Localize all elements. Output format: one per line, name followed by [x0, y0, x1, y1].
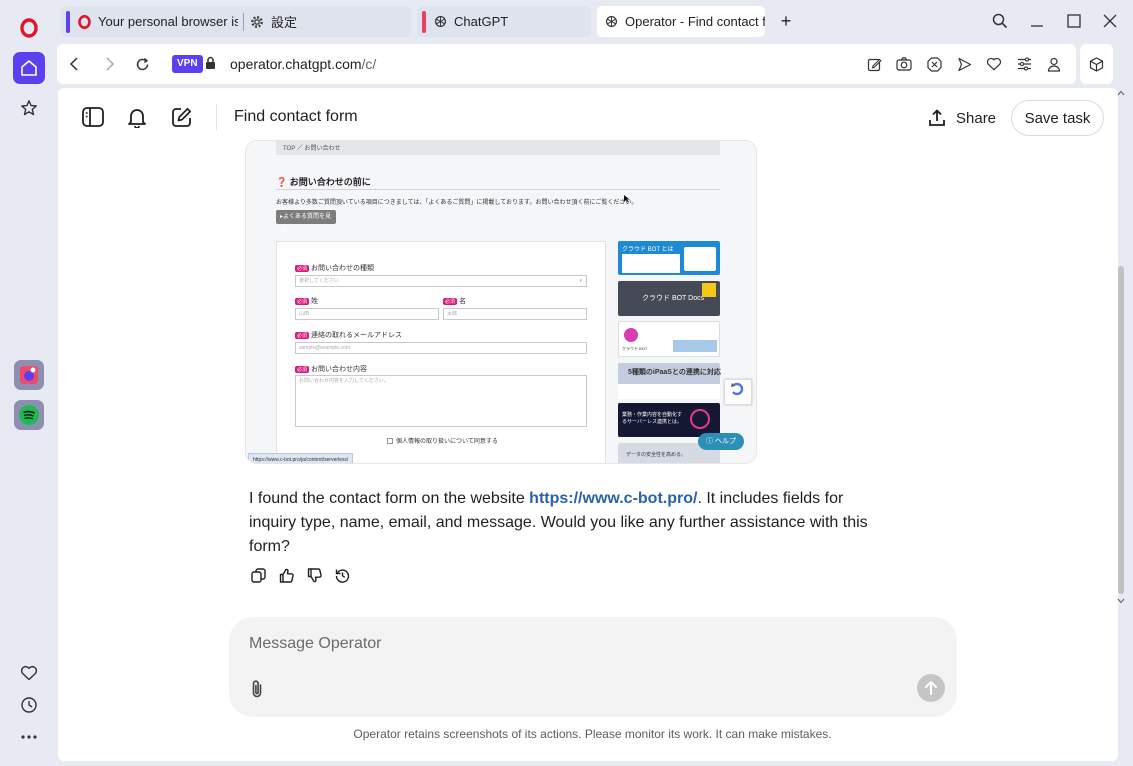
ad-banner: 5種類のiPaaSとの連携に対応: [618, 363, 721, 399]
url-host: operator.chatgpt.com: [230, 56, 362, 72]
chatgpt-icon: [603, 14, 619, 30]
ad-banner: クラウド BOT とは: [618, 241, 720, 275]
tab-bar: Your personal browser is a 設定 ChatGPT Op…: [57, 0, 1133, 42]
opera-icon: [76, 14, 92, 30]
ad-banner: クラウド BOT Docs: [618, 281, 720, 316]
scrollbar[interactable]: [1117, 88, 1129, 608]
screenshot-breadcrumb: TOP ／ お問い合わせ: [276, 141, 720, 155]
home-icon[interactable]: [13, 52, 45, 84]
more-dots-icon[interactable]: [13, 721, 45, 753]
tab-group-color: [66, 10, 70, 33]
ad-block-icon[interactable]: [925, 55, 943, 73]
screenshot-email-input: sample@example.com: [295, 342, 587, 354]
screenshot-contact-form: 必須 お問い合わせの種類 選択してください ▾ 必須姓 必須名 山田 太郎 必須 連絡…: [276, 241, 606, 463]
extensions-icon[interactable]: [1080, 44, 1113, 84]
thumbs-up-icon[interactable]: [276, 566, 296, 584]
tab-label: Your personal browser is a: [98, 14, 238, 29]
new-task-edit-icon[interactable]: [169, 105, 193, 129]
thumbs-down-icon[interactable]: [304, 566, 324, 584]
tab-operator[interactable]: Operator - Find contact fo: [597, 6, 765, 37]
address-bar: VPN operator.chatgpt.com/c/: [57, 44, 1076, 84]
send-button[interactable]: [917, 674, 945, 702]
message-text: I found the contact form on the website: [249, 490, 530, 507]
gear-icon: [249, 14, 265, 30]
search-tabs-icon[interactable]: [991, 12, 1009, 30]
copy-icon[interactable]: [248, 566, 268, 584]
tab-group[interactable]: Your personal browser is a 設定: [61, 6, 411, 37]
screenshot-firstname-input: 太郎: [443, 308, 587, 320]
opera-logo-icon[interactable]: [13, 12, 45, 44]
operator-header: Find contact form Share Save task: [58, 88, 1118, 148]
recaptcha-icon: [724, 379, 752, 405]
close-window-icon[interactable]: [1101, 12, 1119, 30]
heart-icon[interactable]: [985, 55, 1003, 73]
camera-icon[interactable]: [895, 55, 913, 73]
screenshot-lastname-input: 山田: [295, 308, 439, 320]
message-composer: [229, 617, 957, 717]
vpn-badge[interactable]: VPN: [172, 55, 203, 73]
tab-chatgpt[interactable]: ChatGPT: [417, 6, 591, 37]
screenshot-divider: [276, 189, 720, 190]
profile-icon[interactable]: [1045, 55, 1063, 73]
message-link[interactable]: https://www.c-bot.pro/: [529, 490, 697, 507]
star-icon[interactable]: [13, 92, 45, 124]
scroll-down-icon[interactable]: [1117, 598, 1125, 604]
bell-icon[interactable]: [125, 105, 149, 129]
ad-banner: クラウド BOT: [618, 321, 720, 357]
edit-page-icon[interactable]: [865, 55, 883, 73]
header-divider: [216, 104, 217, 130]
sidebar-toggle-icon[interactable]: [81, 105, 105, 129]
scroll-up-icon[interactable]: [1117, 90, 1125, 96]
tab-divider: [243, 12, 244, 31]
screenshot-faq-button: ▸よくある質問を見る: [276, 210, 336, 234]
arrow-up-icon: [925, 681, 937, 695]
website-screenshot: TOP ／ お問い合わせ ❓ お問い合わせの前に お客様より多数ご質問頂いている…: [245, 140, 757, 464]
share-label: Share: [956, 109, 997, 127]
screenshot-help-button: ⓘ ヘルプ: [698, 433, 744, 450]
message-actions: [248, 566, 360, 584]
share-button[interactable]: Share: [920, 100, 1004, 136]
app-shortcut-icon[interactable]: [14, 360, 44, 390]
tab-label: ChatGPT: [454, 14, 509, 29]
disclaimer-text: Operator retains screenshots of its acti…: [353, 727, 832, 741]
ad-banner: 業務・作業内容を自動化するサーバーレス連携とは。: [618, 403, 720, 437]
tab-label: Operator - Find contact fo: [625, 14, 765, 29]
reload-icon[interactable]: [133, 55, 151, 73]
scroll-thumb[interactable]: [1118, 266, 1124, 594]
screenshot-notice: お客様より多数ご質問頂いている項目につきましては、「よくあるご質問」に掲載してお…: [276, 200, 638, 206]
url-field[interactable]: operator.chatgpt.com/c/: [230, 56, 376, 72]
share-icon: [929, 109, 945, 126]
tab-group-color: [422, 10, 426, 33]
chatgpt-icon: [432, 14, 448, 30]
tab-label-settings: 設定: [271, 15, 298, 30]
screenshot-message-textarea: お問い合わせ内容を入力してください。: [295, 375, 587, 427]
screenshot-heading: ❓ お問い合わせの前に: [276, 177, 371, 187]
easy-setup-icon[interactable]: [1015, 55, 1033, 73]
message-input[interactable]: [249, 635, 849, 653]
lock-icon[interactable]: [205, 56, 216, 75]
assistant-message: I found the contact form on the website …: [249, 487, 874, 559]
maximize-icon[interactable]: [1065, 12, 1083, 30]
minimize-icon[interactable]: [1028, 12, 1046, 30]
heart-icon[interactable]: [13, 657, 45, 689]
back-icon[interactable]: [65, 55, 83, 73]
attach-paperclip-icon[interactable]: [247, 678, 267, 700]
save-task-button[interactable]: Save task: [1011, 100, 1104, 136]
opera-sidebar: [0, 0, 57, 766]
screenshot-type-select: 選択してください ▾: [295, 275, 587, 287]
new-tab-button[interactable]: +: [777, 12, 795, 30]
operator-page: Find contact form Share Save task TOP ／ …: [58, 88, 1118, 761]
forward-icon[interactable]: [101, 55, 119, 73]
spotify-icon[interactable]: [14, 400, 44, 430]
cursor-icon: [624, 195, 630, 203]
flow-send-icon[interactable]: [955, 55, 973, 73]
screenshot-status-url: https://www.c-bot.pro/ja/content/serverl…: [248, 453, 354, 463]
url-path: /c/: [361, 56, 377, 72]
retry-history-icon[interactable]: [332, 566, 352, 584]
page-title: Find contact form: [234, 108, 358, 125]
history-clock-icon[interactable]: [13, 689, 45, 721]
